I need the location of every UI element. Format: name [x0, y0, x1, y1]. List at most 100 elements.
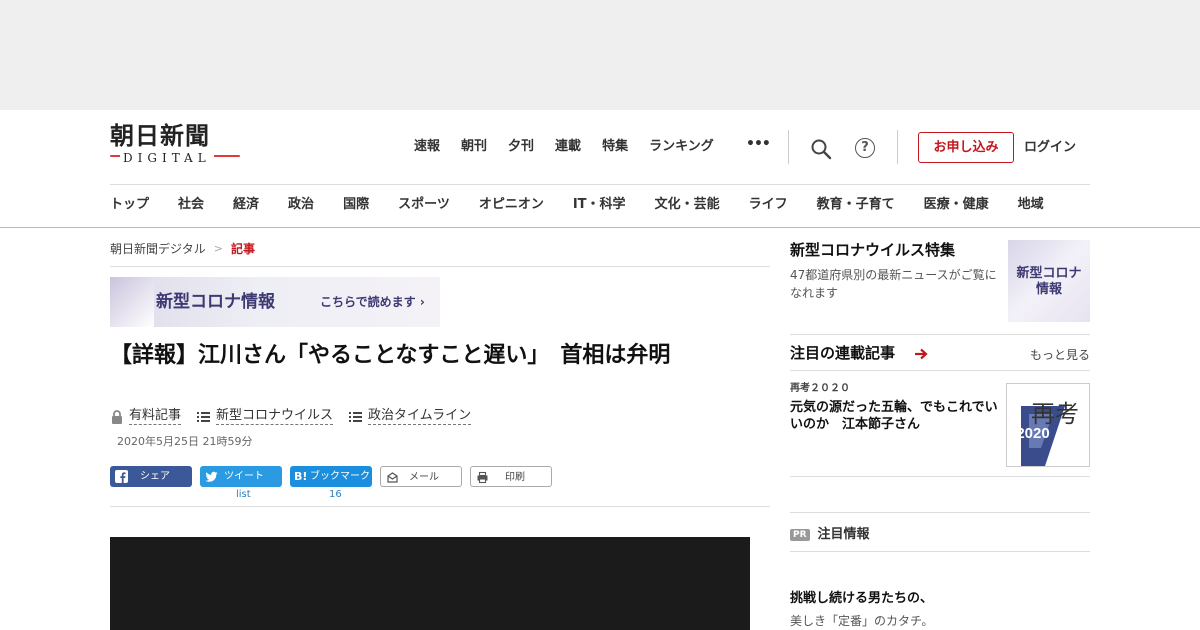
hatena-count[interactable]: 16 [329, 489, 342, 500]
breadcrumb-home[interactable]: 朝日新聞デジタル [110, 240, 206, 257]
saiko-2020-thumbnail-art: 再考 2020 [1016, 400, 1079, 466]
article-title: 元気の源だった五輪、でもこれでいいのか 江本節子さん [790, 400, 998, 432]
cat-economy[interactable]: 経済 [233, 196, 259, 214]
facebook-icon [115, 470, 128, 483]
publish-date: 2020年5月25日 21時59分 [117, 435, 253, 448]
see-more-link[interactable]: もっと見る [1030, 346, 1090, 363]
sponsored-description: 美しき「定番」のカタチ。 [790, 614, 934, 628]
search-icon[interactable] [810, 138, 832, 160]
nav-morning[interactable]: 朝刊 [461, 138, 487, 156]
tag-topic-covid[interactable]: 新型コロナウイルス [197, 408, 334, 425]
thumbnail-year: 2020 [1016, 425, 1049, 442]
divider [110, 506, 770, 507]
article-kicker: 再考２０２０ [790, 383, 850, 394]
breadcrumb-current: 記事 [230, 242, 255, 256]
breadcrumb-separator: > [213, 242, 223, 255]
subscribe-button[interactable]: お申し込み [918, 132, 1014, 163]
twitter-share-button[interactable]: ツイート [200, 466, 282, 487]
sponsored-title: 挑戦し続ける男たちの、 [790, 591, 934, 606]
cat-it-science[interactable]: IT・科学 [573, 196, 626, 214]
feature-description: 47都道府県別の最新ニュースがご覧になれます [790, 268, 997, 300]
series-section-title[interactable]: 注目の連載記事 [790, 343, 895, 363]
thumbnail-text: 新型コロナ 情報 [1008, 266, 1090, 298]
breadcrumb: 朝日新聞デジタル > 記事 [110, 240, 255, 257]
share-label: メール [409, 472, 439, 483]
cat-region[interactable]: 地域 [1018, 196, 1044, 214]
cat-sports[interactable]: スポーツ [398, 196, 450, 214]
logo-subtitle: DIGITAL [120, 151, 214, 165]
cat-international[interactable]: 国際 [343, 196, 369, 214]
cat-culture[interactable]: 文化・芸能 [655, 196, 720, 214]
category-nav: トップ 社会 経済 政治 国際 スポーツ オピニオン IT・科学 文化・芸能 ラ… [110, 196, 1044, 214]
sponsored-article[interactable]: 挑戦し続ける男たちの、 美しき「定番」のカタチ。 [790, 590, 1090, 630]
logo-wordmark: 朝日新聞 [110, 121, 210, 150]
list-icon [197, 411, 211, 422]
cat-health[interactable]: 医療・健康 [924, 196, 989, 214]
mail-share-button[interactable]: メール [380, 466, 462, 487]
banner-decoration [110, 277, 154, 327]
thumbnail-title: 再考 [1031, 400, 1079, 428]
nav-ranking[interactable]: ランキング [649, 138, 714, 156]
list-icon [349, 411, 363, 422]
divider [788, 130, 789, 164]
top-nav: 速報 朝刊 夕刊 連載 特集 ランキング [414, 138, 735, 156]
cat-politics[interactable]: 政治 [288, 196, 314, 214]
tag-label: 政治タイムライン [368, 408, 472, 425]
lock-icon [112, 409, 122, 424]
article-headline: 【詳報】江川さん「やることなすこと遅い」 首相は弁明 [110, 343, 671, 368]
mail-icon [387, 472, 398, 483]
hatena-bookmark-button[interactable]: B! ブックマーク [290, 466, 372, 487]
series-article-card[interactable]: 再考２０２０ 元気の源だった五輪、でもこれでいいのか 江本節子さん 再考 202… [790, 382, 1090, 468]
login-link[interactable]: ログイン [1024, 139, 1076, 157]
masthead: 朝日新聞 DIGITAL 速報 朝刊 夕刊 連載 特集 ランキング ••• ? … [0, 110, 1200, 228]
feature-title: 新型コロナウイルス特集 [790, 241, 956, 259]
print-icon [477, 471, 488, 484]
tag-label: 新型コロナウイルス [216, 408, 334, 425]
share-label: 印刷 [505, 472, 525, 483]
arrow-right-icon [915, 348, 928, 360]
banner-title: 新型コロナ情報 [156, 292, 275, 312]
nav-divider [110, 184, 1090, 185]
cat-education[interactable]: 教育・子育て [817, 196, 895, 214]
share-label: ブックマーク [310, 471, 370, 482]
article-tags: 有料記事 新型コロナウイルス 政治タイムライン [110, 408, 487, 425]
cat-life[interactable]: ライフ [749, 196, 788, 214]
divider [110, 266, 770, 267]
tag-label: 有料記事 [129, 408, 182, 425]
more-menu-icon[interactable]: ••• [746, 136, 771, 152]
tag-paid[interactable]: 有料記事 [110, 408, 182, 425]
divider [790, 551, 1090, 552]
nav-evening[interactable]: 夕刊 [508, 138, 534, 156]
series-thumbnail: 再考 2020 [1006, 383, 1090, 467]
hatena-icon: B! [294, 470, 308, 483]
pr-badge: PR [790, 529, 810, 541]
divider [897, 130, 898, 164]
nav-features[interactable]: 特集 [602, 138, 628, 156]
corona-info-banner[interactable]: 新型コロナ情報 こちらで読めます › [110, 277, 440, 327]
divider [790, 512, 1090, 513]
thumbnail-line: 情報 [1035, 282, 1062, 297]
top-ad-area [0, 0, 1200, 110]
facebook-share-button[interactable]: シェア [110, 466, 192, 487]
nav-breaking[interactable]: 速報 [414, 138, 440, 156]
twitter-icon [205, 471, 218, 482]
twitter-count[interactable]: list [236, 489, 251, 500]
thumbnail-line: 新型コロナ [1016, 266, 1082, 281]
video-player[interactable] [110, 537, 750, 630]
print-button[interactable]: 印刷 [470, 466, 552, 487]
cat-society[interactable]: 社会 [178, 196, 204, 214]
share-label: ツイート [224, 471, 264, 482]
help-icon[interactable]: ? [855, 138, 875, 158]
cat-top[interactable]: トップ [110, 196, 149, 214]
pr-section-header: PR 注目情報 [790, 526, 870, 544]
divider [790, 476, 1090, 477]
featured-series-header: 注目の連載記事 もっと見る [790, 343, 1090, 371]
share-label: シェア [140, 471, 170, 482]
feature-thumbnail: 新型コロナ 情報 [1008, 240, 1090, 322]
corona-feature-card[interactable]: 新型コロナウイルス特集 47都道府県別の最新ニュースがご覧になれます 新型コロナ… [790, 240, 1090, 335]
pr-label: 注目情報 [817, 527, 870, 542]
tag-topic-politics-timeline[interactable]: 政治タイムライン [349, 408, 472, 425]
nav-series[interactable]: 連載 [555, 138, 581, 156]
cat-opinion[interactable]: オピニオン [479, 196, 544, 214]
asahi-logo[interactable]: 朝日新聞 DIGITAL [110, 122, 242, 170]
